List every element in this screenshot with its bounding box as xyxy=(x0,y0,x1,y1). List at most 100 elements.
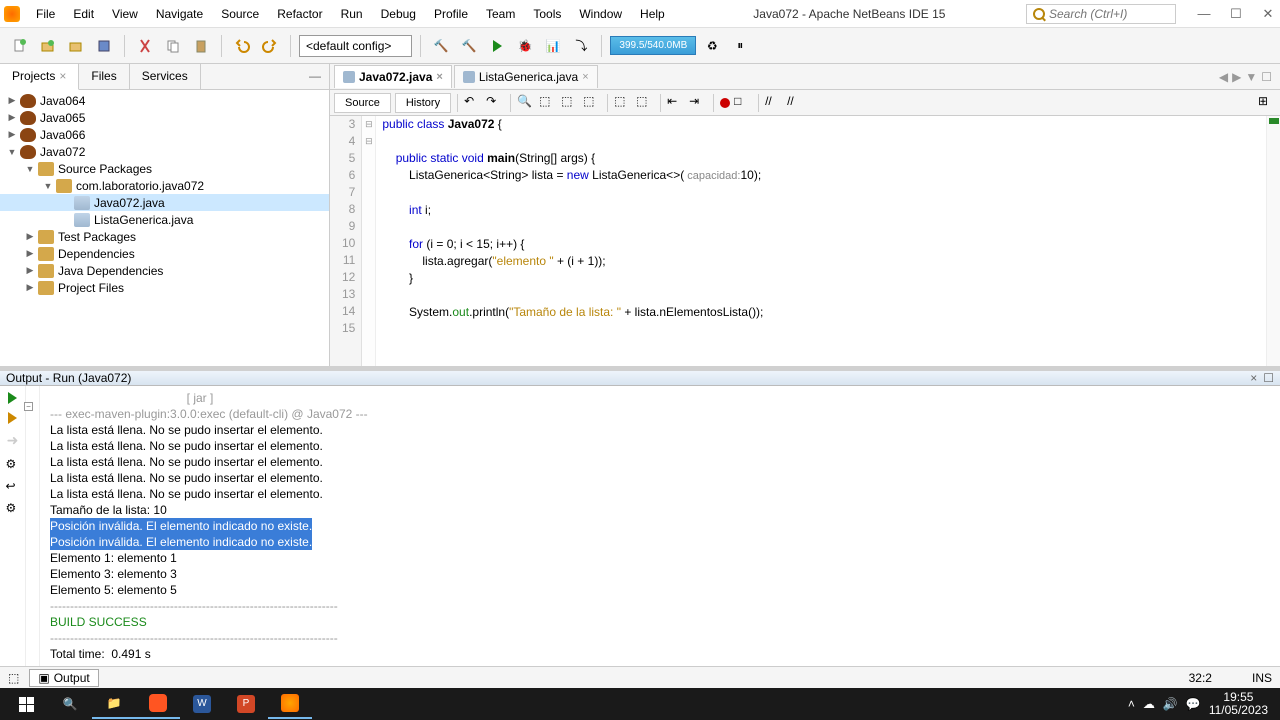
open-project-icon[interactable] xyxy=(64,34,88,58)
chevron-up-icon[interactable]: ˄ xyxy=(1128,697,1135,711)
error-strip[interactable] xyxy=(1266,116,1280,366)
run-icon[interactable] xyxy=(485,34,509,58)
tree-item[interactable]: ▼Java072 xyxy=(0,143,329,160)
forward-icon[interactable]: ↷ xyxy=(486,94,504,112)
menu-file[interactable]: File xyxy=(28,3,63,25)
menu-team[interactable]: Team xyxy=(478,3,523,25)
filter-icon[interactable]: ⚙ xyxy=(6,501,20,515)
netbeans-taskbar-icon[interactable] xyxy=(268,689,312,719)
menu-view[interactable]: View xyxy=(104,3,146,25)
tree-item[interactable]: ▶Java Dependencies xyxy=(0,262,329,279)
status-output-tab[interactable]: ▣ Output xyxy=(29,669,98,687)
new-file-icon[interactable] xyxy=(8,34,32,58)
minimize-button[interactable]: — xyxy=(1196,6,1212,22)
maximize-editor-icon[interactable]: ☐ xyxy=(1261,70,1272,84)
system-tray[interactable]: ˄ ☁ 🔊 💬 19:5511/05/2023 xyxy=(1128,691,1276,717)
clock[interactable]: 19:5511/05/2023 xyxy=(1209,691,1268,717)
start-button[interactable] xyxy=(4,689,48,719)
config-select[interactable]: <default config> xyxy=(299,35,412,57)
memory-badge[interactable]: 399.5/540.0MB xyxy=(610,36,696,55)
fold-toggle-icon[interactable]: − xyxy=(24,402,33,411)
editor-tab[interactable]: Java072.java× xyxy=(334,65,452,88)
menu-edit[interactable]: Edit xyxy=(65,3,102,25)
tree-toggle-icon[interactable] xyxy=(60,197,72,209)
word-icon[interactable]: W xyxy=(180,689,224,719)
menu-debug[interactable]: Debug xyxy=(373,3,424,25)
new-project-icon[interactable] xyxy=(36,34,60,58)
stop-macro-icon[interactable]: □ xyxy=(734,94,752,112)
powerpoint-icon[interactable]: P xyxy=(224,689,268,719)
fold-column[interactable]: ⊟⊟ xyxy=(362,116,376,366)
tree-item[interactable]: ▶Dependencies xyxy=(0,245,329,262)
close-tab-icon[interactable]: × xyxy=(436,71,442,83)
prev-occ-icon[interactable]: ⬚ xyxy=(614,94,632,112)
prev-tab-icon[interactable]: ◀ xyxy=(1219,70,1228,84)
close-output-icon[interactable]: × xyxy=(1250,371,1257,385)
tree-toggle-icon[interactable]: ▶ xyxy=(6,112,18,124)
copy-icon[interactable] xyxy=(161,34,185,58)
find-icon[interactable]: 🔍 xyxy=(517,94,535,112)
tree-item[interactable]: ▶Java064 xyxy=(0,92,329,109)
menu-tools[interactable]: Tools xyxy=(525,3,569,25)
menu-run[interactable]: Run xyxy=(333,3,371,25)
redo-icon[interactable] xyxy=(258,34,282,58)
history-view-button[interactable]: History xyxy=(395,93,451,113)
tree-toggle-icon[interactable]: ▼ xyxy=(24,163,36,175)
project-tree[interactable]: ▶Java064▶Java065▶Java066▼Java072▼Source … xyxy=(0,90,329,366)
paste-icon[interactable] xyxy=(189,34,213,58)
build-icon[interactable]: 🔨 xyxy=(429,34,453,58)
close-icon[interactable]: × xyxy=(59,69,66,83)
record-macro-icon[interactable] xyxy=(720,98,730,108)
tree-toggle-icon[interactable]: ▶ xyxy=(24,248,36,260)
code-editor[interactable]: 3456789101112131415 ⊟⊟ public class Java… xyxy=(330,116,1280,366)
menu-navigate[interactable]: Navigate xyxy=(148,3,211,25)
close-button[interactable]: ✕ xyxy=(1260,6,1276,22)
toggle-bookmark-icon[interactable]: ⬚ xyxy=(583,94,601,112)
tree-toggle-icon[interactable]: ▼ xyxy=(42,180,54,192)
menu-window[interactable]: Window xyxy=(571,3,630,25)
tab-projects[interactable]: Projects× xyxy=(0,64,79,90)
tree-toggle-icon[interactable]: ▶ xyxy=(6,95,18,107)
tab-list-icon[interactable]: ▼ xyxy=(1245,70,1257,84)
shift-left-icon[interactable]: ⇤ xyxy=(667,94,685,112)
tree-toggle-icon[interactable]: ▶ xyxy=(24,265,36,277)
clean-build-icon[interactable]: 🔨 xyxy=(457,34,481,58)
tree-item[interactable]: ▼Source Packages xyxy=(0,160,329,177)
menu-refactor[interactable]: Refactor xyxy=(269,3,330,25)
tree-toggle-icon[interactable] xyxy=(60,214,72,226)
undo-icon[interactable] xyxy=(230,34,254,58)
menu-profile[interactable]: Profile xyxy=(426,3,476,25)
tree-toggle-icon[interactable]: ▼ xyxy=(6,146,18,158)
menu-source[interactable]: Source xyxy=(213,3,267,25)
tree-toggle-icon[interactable]: ▶ xyxy=(6,129,18,141)
brave-icon[interactable] xyxy=(136,689,180,719)
rerun-icon[interactable] xyxy=(8,392,17,404)
tree-item[interactable]: ▼com.laboratorio.java072 xyxy=(0,177,329,194)
tree-item[interactable]: ▶Project Files xyxy=(0,279,329,296)
menu-help[interactable]: Help xyxy=(632,3,673,25)
wrap-icon[interactable]: ↩ xyxy=(6,479,20,493)
expand-icon[interactable]: ⬚ xyxy=(8,671,19,685)
debug-icon[interactable]: 🐞 xyxy=(513,34,537,58)
tab-services[interactable]: Services xyxy=(130,64,201,89)
stop-icon[interactable]: ➜ xyxy=(7,432,19,449)
split-icon[interactable]: ⊞ xyxy=(1258,94,1276,112)
minimize-pane-icon[interactable]: — xyxy=(301,64,329,89)
cloud-icon[interactable]: ☁ xyxy=(1143,697,1155,711)
comment-icon[interactable]: // xyxy=(765,94,783,112)
tree-item[interactable]: ListaGenerica.java xyxy=(0,211,329,228)
tree-toggle-icon[interactable]: ▶ xyxy=(24,282,36,294)
tree-item[interactable]: ▶Test Packages xyxy=(0,228,329,245)
profile-icon[interactable]: 📊 xyxy=(541,34,565,58)
volume-icon[interactable]: 🔊 xyxy=(1163,697,1178,711)
search-input[interactable] xyxy=(1049,7,1149,21)
rerun-debug-icon[interactable] xyxy=(8,412,17,424)
cut-icon[interactable] xyxy=(133,34,157,58)
tree-item[interactable]: Java072.java xyxy=(0,194,329,211)
tree-item[interactable]: ▶Java065 xyxy=(0,109,329,126)
shift-right-icon[interactable]: ⇥ xyxy=(689,94,707,112)
code-content[interactable]: public class Java072 { public static voi… xyxy=(376,116,1266,366)
maximize-button[interactable]: ☐ xyxy=(1228,6,1244,22)
next-bookmark-icon[interactable]: ⬚ xyxy=(561,94,579,112)
pause-icon[interactable]: ⏸ xyxy=(728,34,752,58)
